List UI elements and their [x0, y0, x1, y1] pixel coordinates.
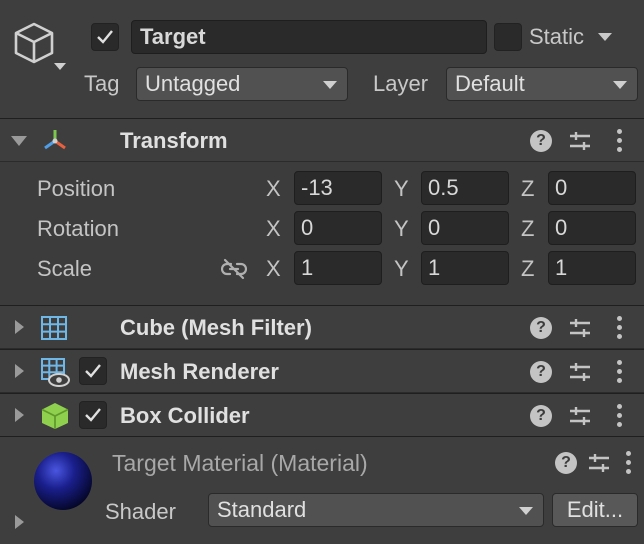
mesh-renderer-enabled-toggle[interactable] [79, 357, 107, 385]
rotation-z-field[interactable]: 0 [548, 211, 636, 245]
static-label: Static [529, 24, 585, 49]
foldout-collapsed-icon[interactable] [15, 364, 24, 378]
scale-z-field[interactable]: 1 [548, 251, 636, 285]
inspector-panel: Target Static Tag Untagged Layer Default… [0, 0, 644, 544]
edit-shader-button[interactable]: Edit... [552, 493, 638, 527]
presets-icon[interactable] [568, 360, 592, 384]
chevron-down-icon [613, 81, 627, 89]
mesh-renderer-title: Mesh Renderer [120, 359, 279, 384]
position-x-field[interactable]: -13 [294, 171, 382, 205]
help-icon[interactable]: ? [555, 452, 577, 474]
scale-z-label[interactable]: Z [521, 255, 534, 283]
layer-dropdown[interactable]: Default [446, 67, 638, 101]
layer-label: Layer [373, 71, 429, 96]
more-options-icon[interactable] [617, 129, 623, 153]
mesh-filter-title: Cube (Mesh Filter) [120, 315, 312, 340]
presets-icon[interactable] [568, 404, 592, 428]
chevron-down-icon [519, 507, 533, 515]
position-y-label[interactable]: Y [394, 175, 409, 203]
box-collider-enabled-toggle[interactable] [79, 401, 107, 429]
material-preview-sphere[interactable] [33, 451, 93, 511]
transform-title: Transform [120, 128, 228, 153]
static-toggle[interactable] [494, 23, 522, 51]
rotation-x-label[interactable]: X [266, 215, 281, 243]
box-collider-title: Box Collider [120, 403, 250, 428]
chevron-down-icon [323, 81, 337, 89]
scale-label: Scale [37, 256, 93, 281]
help-icon[interactable]: ? [530, 405, 552, 427]
more-options-icon[interactable] [617, 404, 623, 428]
gameobject-icon[interactable] [10, 20, 68, 76]
help-icon[interactable]: ? [530, 317, 552, 339]
more-options-icon[interactable] [617, 360, 623, 384]
object-name-field[interactable]: Target [131, 20, 487, 54]
active-toggle[interactable] [91, 23, 119, 51]
presets-icon[interactable] [568, 129, 592, 153]
help-icon[interactable]: ? [530, 361, 552, 383]
material-title: Target Material (Material) [112, 450, 368, 476]
more-options-icon[interactable] [626, 451, 632, 475]
scale-y-field[interactable]: 1 [421, 251, 509, 285]
scale-x-field[interactable]: 1 [294, 251, 382, 285]
foldout-expanded-icon[interactable] [11, 136, 27, 146]
transform-icon [40, 127, 70, 155]
box-collider-header[interactable]: Box Collider ? [0, 393, 644, 437]
foldout-collapsed-icon[interactable] [15, 320, 24, 334]
position-x-label[interactable]: X [266, 175, 281, 203]
position-z-label[interactable]: Z [521, 175, 534, 203]
position-z-field[interactable]: 0 [548, 171, 636, 205]
foldout-collapsed-icon[interactable] [15, 408, 24, 422]
material-section: Target Material (Material) ? Shader Stan… [0, 436, 644, 544]
more-options-icon[interactable] [617, 316, 623, 340]
shader-value: Standard [217, 497, 307, 522]
rotation-y-label[interactable]: Y [394, 215, 409, 243]
rotation-label: Rotation [37, 216, 119, 241]
box-collider-icon [40, 401, 70, 431]
rotation-x-field[interactable]: 0 [294, 211, 382, 245]
transform-header[interactable]: Transform ? [0, 118, 644, 162]
rotation-y-field[interactable]: 0 [421, 211, 509, 245]
position-y-field[interactable]: 0.5 [421, 171, 509, 205]
constrain-proportions-icon[interactable] [220, 258, 248, 280]
foldout-collapsed-icon[interactable] [15, 515, 24, 529]
object-header: Target Static Tag Untagged Layer Default [0, 0, 644, 118]
static-dropdown-arrow-icon[interactable] [598, 33, 612, 41]
shader-dropdown[interactable]: Standard [208, 493, 544, 527]
layer-value: Default [455, 71, 525, 96]
mesh-renderer-icon [40, 357, 70, 387]
presets-icon[interactable] [587, 451, 611, 475]
tag-dropdown[interactable]: Untagged [136, 67, 348, 101]
help-icon[interactable]: ? [530, 130, 552, 152]
mesh-filter-header[interactable]: Cube (Mesh Filter) ? [0, 305, 644, 349]
mesh-renderer-header[interactable]: Mesh Renderer ? [0, 349, 644, 393]
tag-label: Tag [84, 71, 120, 96]
shader-label: Shader [105, 499, 176, 524]
tag-value: Untagged [145, 71, 241, 96]
mesh-filter-icon [40, 315, 68, 341]
presets-icon[interactable] [568, 316, 592, 340]
scale-x-label[interactable]: X [266, 255, 281, 283]
transform-body: Position X -13 Y 0.5 Z 0 Rotation X 0 Y … [0, 162, 644, 305]
scale-y-label[interactable]: Y [394, 255, 409, 283]
rotation-z-label[interactable]: Z [521, 215, 534, 243]
position-label: Position [37, 176, 116, 201]
